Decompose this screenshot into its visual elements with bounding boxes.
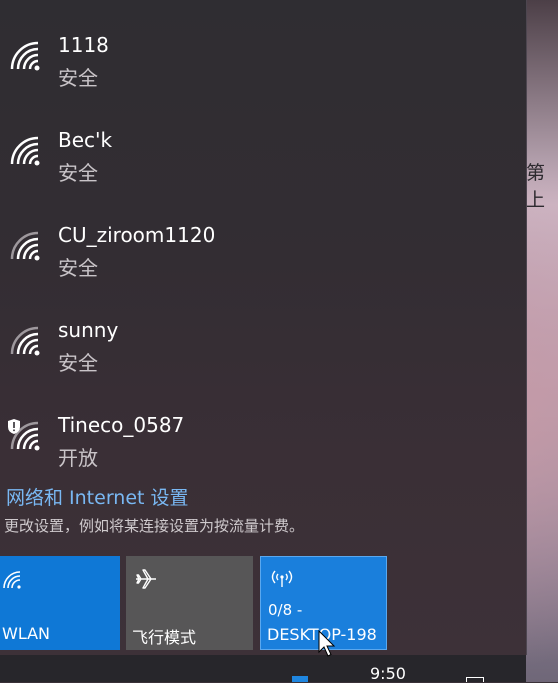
taskbar bbox=[0, 655, 526, 682]
network-name: sunny bbox=[58, 318, 119, 342]
wlan-toggle-button[interactable]: WLAN bbox=[0, 556, 120, 650]
airplane-icon bbox=[136, 569, 156, 589]
airplane-mode-label: 飞行模式 bbox=[132, 628, 197, 647]
taskbar-tray-icon[interactable] bbox=[292, 676, 308, 682]
network-item[interactable]: Bec'k 安全 bbox=[0, 128, 526, 218]
network-settings-link[interactable]: 网络和 Internet 设置 bbox=[6, 483, 189, 510]
network-item[interactable]: sunny 安全 bbox=[0, 318, 526, 408]
network-flyout: 1118 安全 Bec'k 安全 CU_ziroom1120 安全 sunny … bbox=[0, 0, 527, 655]
network-name: Tineco_0587 bbox=[58, 413, 185, 437]
hotspot-icon bbox=[271, 570, 293, 587]
network-name: 1118 bbox=[58, 33, 109, 57]
network-security-status: 安全 bbox=[58, 161, 98, 185]
wifi-signal-icon bbox=[10, 326, 40, 356]
network-item[interactable]: 1118 安全 bbox=[0, 33, 526, 123]
network-settings-description: 更改设置，例如将某连接设置为按流量计费。 bbox=[4, 517, 305, 535]
mouse-cursor-icon bbox=[318, 630, 336, 657]
network-security-status: 安全 bbox=[58, 351, 98, 375]
background-window-text: 第上 bbox=[526, 162, 546, 211]
network-name: CU_ziroom1120 bbox=[58, 223, 216, 247]
hotspot-connection-count: 0/8 - bbox=[268, 601, 303, 619]
wifi-open-warning-icon bbox=[8, 419, 40, 451]
action-center-icon[interactable] bbox=[466, 677, 484, 682]
network-security-status: 开放 bbox=[58, 446, 98, 470]
network-security-status: 安全 bbox=[58, 256, 98, 280]
wifi-signal-icon bbox=[10, 41, 40, 71]
wifi-signal-icon bbox=[10, 136, 40, 166]
airplane-mode-button[interactable]: 飞行模式 bbox=[126, 556, 253, 650]
wifi-signal-icon bbox=[10, 231, 40, 261]
wifi-icon bbox=[3, 571, 21, 589]
taskbar-clock[interactable]: 9:50 bbox=[370, 664, 406, 683]
wlan-label: WLAN bbox=[2, 624, 51, 643]
network-item[interactable]: CU_ziroom1120 安全 bbox=[0, 223, 526, 313]
network-security-status: 安全 bbox=[58, 66, 98, 90]
network-name: Bec'k bbox=[58, 128, 113, 152]
